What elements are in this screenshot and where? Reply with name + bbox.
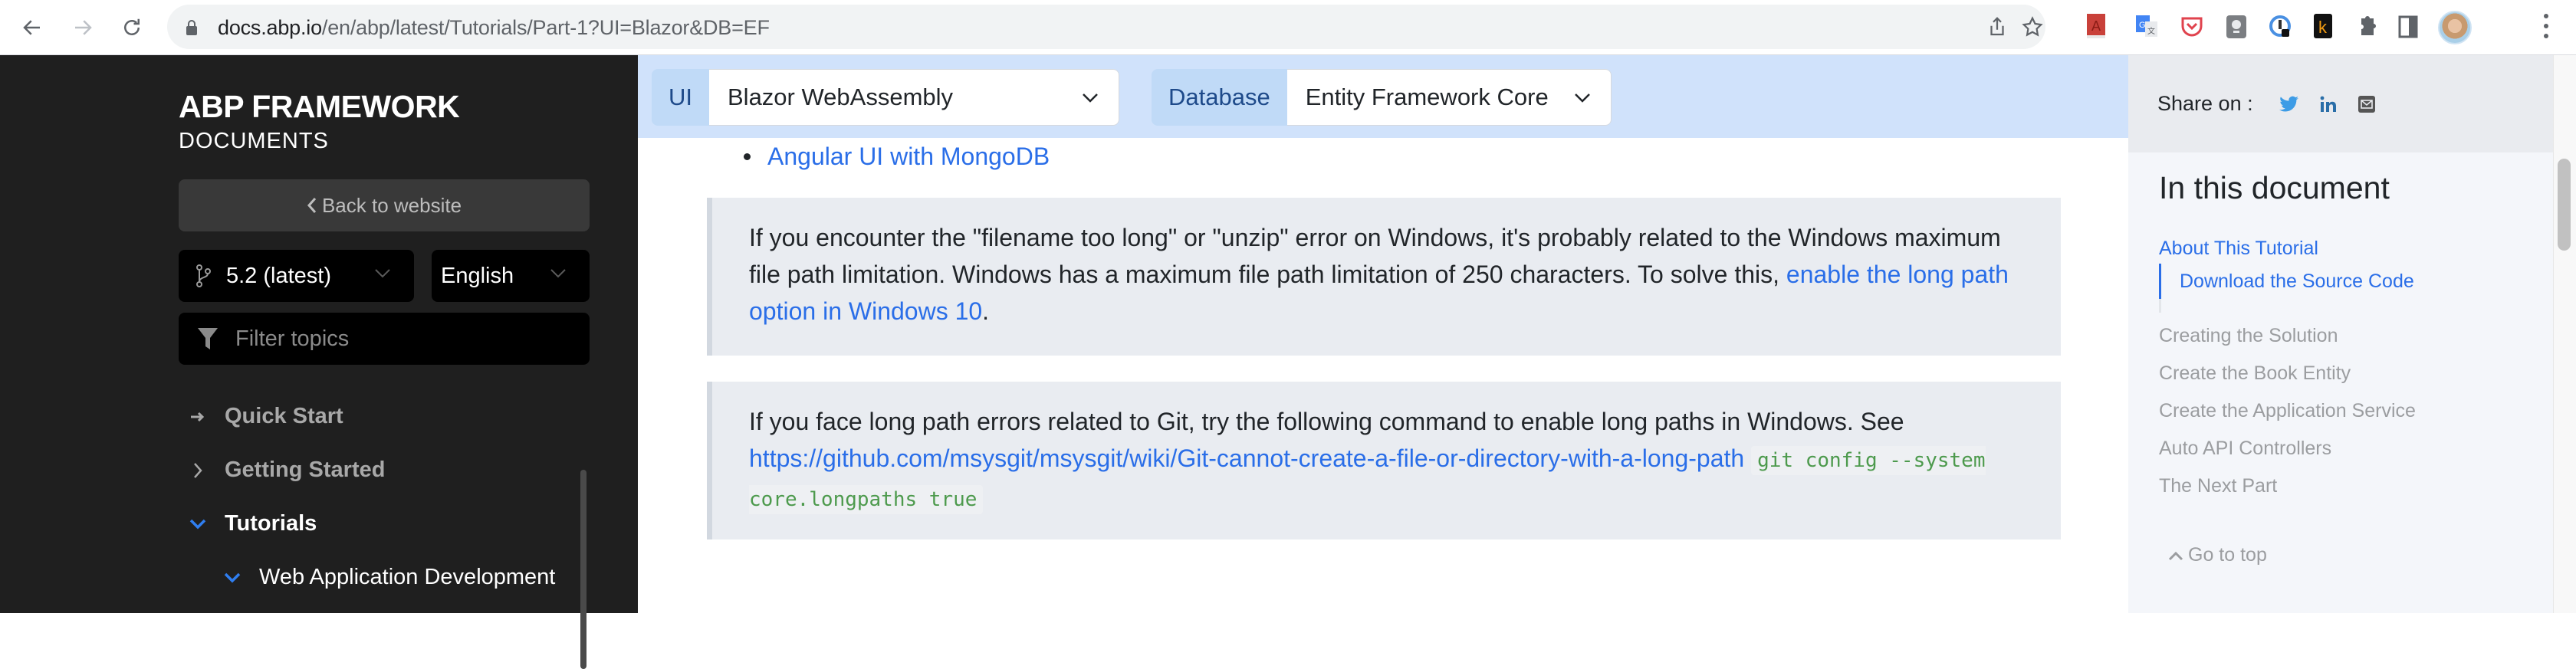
chevron-down-icon xyxy=(222,572,242,583)
database-select[interactable]: Entity Framework Core xyxy=(1286,69,1612,126)
toc-link-item[interactable]: Creating the Solution xyxy=(2159,325,2338,347)
chevron-left-icon xyxy=(307,198,317,213)
brand-title[interactable]: ABP FRAMEWORK xyxy=(179,89,460,125)
back-to-website-label: Back to website xyxy=(321,193,462,217)
browser-toolbar: docs.abp.io/en/abp/latest/Tutorials/Part… xyxy=(0,0,2576,55)
chevron-down-icon xyxy=(1083,93,1098,103)
pocket-icon[interactable] xyxy=(2179,12,2205,41)
chevron-down-icon xyxy=(550,269,566,278)
toc-link-item[interactable]: Create the Application Service xyxy=(2159,400,2416,422)
page-scrollbar-thumb[interactable] xyxy=(2558,159,2571,251)
toc-link-about[interactable]: About This Tutorial xyxy=(2159,238,2318,260)
toc-title: In this document xyxy=(2159,170,2390,205)
docs-sidebar: ABP FRAMEWORK DOCUMENTS Back to website … xyxy=(0,55,638,669)
database-selector[interactable]: Database Entity Framework Core xyxy=(1152,69,1612,126)
tree-item-label: Web Application Development xyxy=(259,565,556,589)
svg-text:A: A xyxy=(2091,18,2101,34)
svg-text:k: k xyxy=(2318,18,2328,37)
tree-item-web-app-development[interactable]: Web Application Development xyxy=(222,565,555,590)
profile-avatar[interactable] xyxy=(2438,11,2472,44)
dictionary-extension-icon[interactable]: A xyxy=(2084,12,2110,41)
arrow-left-icon xyxy=(23,20,40,35)
chevron-down-icon xyxy=(188,519,208,530)
chevron-right-icon xyxy=(188,462,208,479)
main-content: UI Blazor WebAssembly Database Entity Fr… xyxy=(638,55,2128,613)
share-page-icon[interactable] xyxy=(1986,15,2009,38)
arrow-right-icon xyxy=(75,20,92,35)
filter-funnel-icon xyxy=(198,328,218,349)
toc-link-item[interactable]: Auto API Controllers xyxy=(2159,438,2331,460)
blockquote-git-long-path: If you face long path errors related to … xyxy=(707,382,2061,539)
chevron-down-icon xyxy=(375,269,390,278)
share-label: Share on : xyxy=(2157,92,2253,115)
arrow-right-icon xyxy=(188,412,208,422)
database-value: Entity Framework Core xyxy=(1305,84,1549,110)
sidebar-scrollbar[interactable] xyxy=(580,470,586,669)
doc-params-bar: UI Blazor WebAssembly Database Entity Fr… xyxy=(638,55,2128,138)
linkedin-icon[interactable] xyxy=(2319,95,2338,113)
lightbulb-extension-icon[interactable] xyxy=(2223,12,2249,41)
reload-button[interactable] xyxy=(115,11,149,44)
page-scrollbar[interactable] xyxy=(2553,55,2576,613)
go-to-top-button[interactable]: Go to top xyxy=(2168,544,2267,566)
svg-text:G: G xyxy=(2139,21,2146,30)
back-nav-button[interactable] xyxy=(15,11,49,44)
twitter-icon[interactable] xyxy=(2279,96,2299,113)
puzzle-extensions-icon[interactable] xyxy=(2354,12,2380,41)
ui-value: Blazor WebAssembly xyxy=(728,84,954,110)
bullet-dot xyxy=(744,153,751,160)
tree-item-quick-start[interactable]: Quick Start xyxy=(188,404,343,429)
filter-topics-field[interactable] xyxy=(179,313,590,365)
table-of-contents: Share on : In this document About This T… xyxy=(2128,55,2553,613)
filter-topics-input[interactable] xyxy=(235,326,557,352)
note-text: If you face long path errors related to … xyxy=(749,408,1904,435)
database-label: Database xyxy=(1152,69,1287,126)
blockquote-long-filename: If you encounter the "filename too long"… xyxy=(707,198,2061,356)
ui-label: UI xyxy=(652,69,709,126)
language-select[interactable]: English xyxy=(432,250,590,302)
side-panel-icon[interactable] xyxy=(2395,12,2421,41)
email-icon[interactable] xyxy=(2358,95,2376,113)
address-bar[interactable]: docs.abp.io/en/abp/latest/Tutorials/Part… xyxy=(167,5,2045,49)
tree-item-label: Tutorials xyxy=(225,511,317,536)
share-bar: Share on : xyxy=(2128,55,2553,152)
tree-item-getting-started[interactable]: Getting Started xyxy=(188,457,385,483)
brand-subtitle: DOCUMENTS xyxy=(179,129,329,153)
tree-item-label: Getting Started xyxy=(225,457,386,482)
password-lock-icon[interactable] xyxy=(2268,12,2294,41)
back-to-website-button[interactable]: Back to website xyxy=(179,179,590,231)
list-item: Angular UI with MongoDB xyxy=(744,143,1050,171)
version-value: 5.2 (latest) xyxy=(226,263,331,288)
angular-mongodb-link[interactable]: Angular UI with MongoDB xyxy=(767,143,1050,171)
svg-text:文: 文 xyxy=(2147,26,2155,36)
tree-item-label: Quick Start xyxy=(225,404,343,428)
tree-item-tutorials[interactable]: Tutorials xyxy=(188,511,317,536)
chevron-down-icon xyxy=(1575,93,1590,103)
url-text[interactable]: docs.abp.io/en/abp/latest/Tutorials/Part… xyxy=(218,16,770,40)
lock-icon xyxy=(186,20,197,35)
ui-select[interactable]: Blazor WebAssembly xyxy=(709,69,1119,126)
toc-sub-divider xyxy=(2159,299,2161,313)
git-branch-icon xyxy=(196,264,211,287)
toc-link-item[interactable]: Create the Book Entity xyxy=(2159,362,2351,385)
reload-icon xyxy=(124,18,140,35)
chevron-up-icon xyxy=(2168,551,2183,560)
k-extension-icon[interactable]: k xyxy=(2311,12,2337,41)
version-select[interactable]: 5.2 (latest) xyxy=(179,250,414,302)
toc-link-download-source[interactable]: Download the Source Code xyxy=(2159,264,2414,299)
msysgit-wiki-link[interactable]: https://github.com/msysgit/msysgit/wiki/… xyxy=(749,444,1744,472)
forward-nav-button[interactable] xyxy=(66,11,100,44)
browser-menu-button[interactable] xyxy=(2544,14,2550,44)
ui-selector[interactable]: UI Blazor WebAssembly xyxy=(652,69,1119,126)
bookmark-star-icon[interactable] xyxy=(2021,15,2044,38)
toc-link-item[interactable]: The Next Part xyxy=(2159,475,2277,497)
language-value: English xyxy=(441,263,514,288)
google-translate-icon[interactable]: G文 xyxy=(2134,12,2160,41)
